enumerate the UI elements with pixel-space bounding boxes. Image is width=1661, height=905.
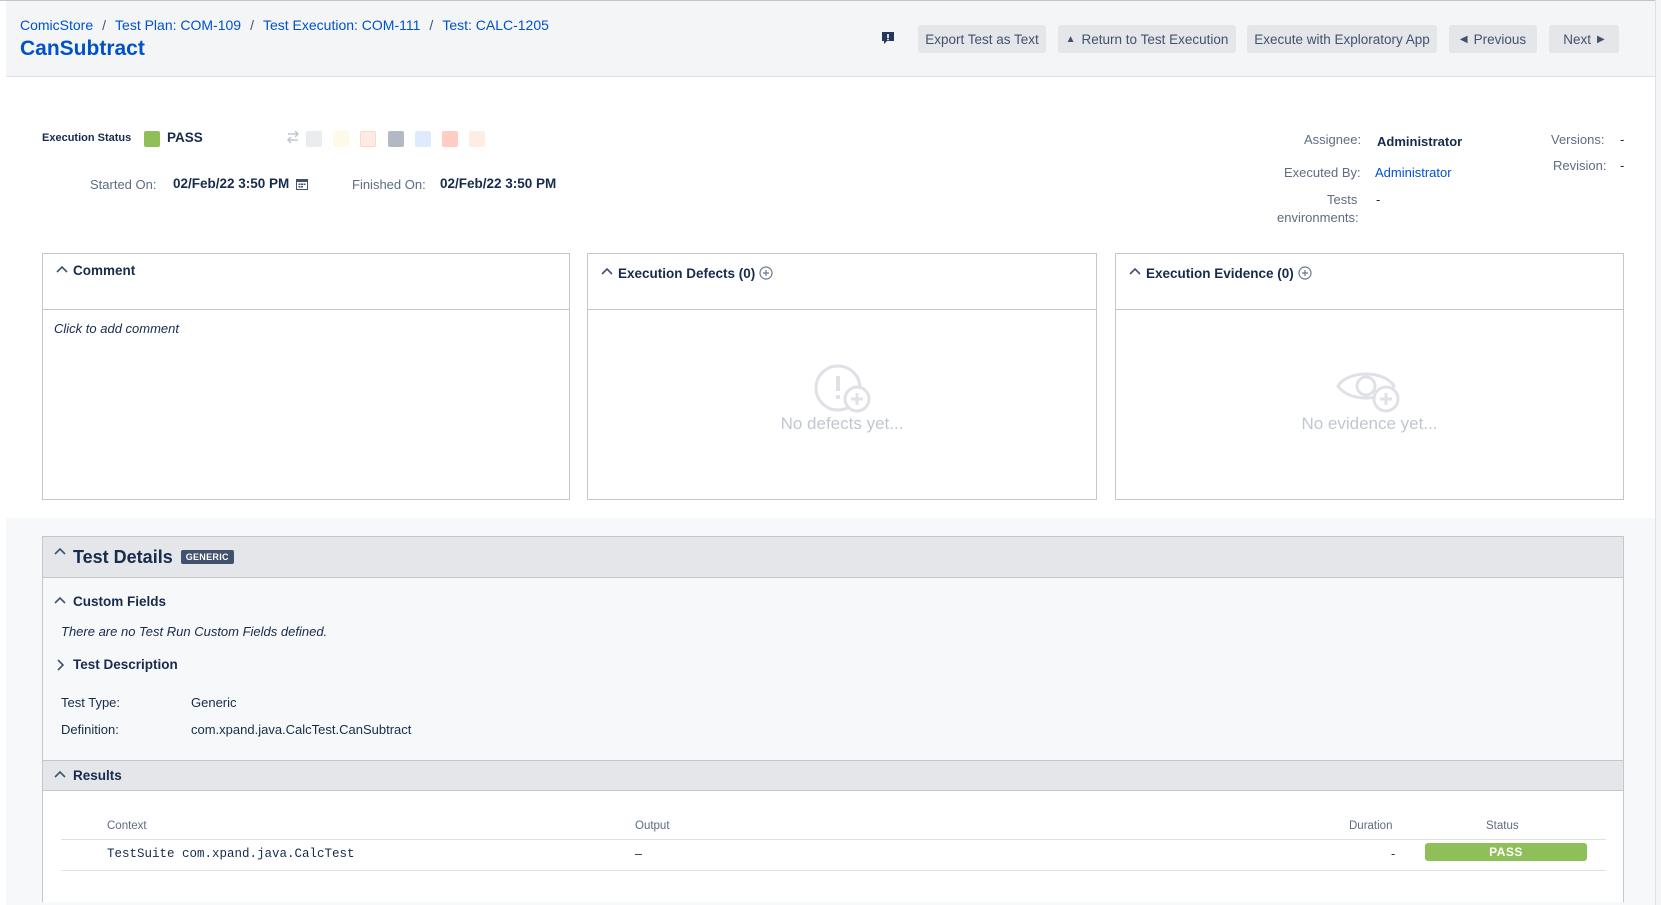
executed-by-value[interactable]: Administrator — [1375, 165, 1452, 180]
defects-empty-state: No defects yet... — [588, 364, 1096, 434]
defects-panel: Execution Defects (0) No defects yet... — [587, 253, 1097, 500]
execution-status-label: Execution Status — [42, 132, 132, 144]
calendar-icon[interactable] — [296, 178, 308, 190]
add-comment-placeholder[interactable]: Click to add comment — [54, 321, 179, 336]
executed-by-label: Executed By: — [1284, 165, 1361, 180]
column-header-output: Output — [635, 820, 670, 832]
column-header-duration: Duration — [1349, 820, 1393, 832]
custom-fields-title[interactable]: Custom Fields — [73, 594, 166, 609]
chevron-up-icon[interactable] — [600, 265, 614, 277]
defects-empty-text: No defects yet... — [780, 414, 904, 433]
result-context: TestSuite com.xpand.java.CalcTest — [107, 847, 355, 861]
breadcrumb-test[interactable]: Test: CALC-1205 — [442, 17, 549, 33]
evidence-panel: Execution Evidence (0) No evidence yet..… — [1115, 253, 1624, 500]
status-aborted-swatch[interactable] — [388, 131, 404, 147]
test-description-title[interactable]: Test Description — [73, 657, 178, 672]
test-type-value: Generic — [191, 695, 237, 710]
breadcrumb-test-execution[interactable]: Test Execution: COM-111 — [263, 17, 420, 33]
test-details-title: Test Details GENERIC — [73, 547, 234, 568]
chevron-up-icon[interactable] — [53, 594, 67, 606]
results-title: Results — [73, 768, 122, 783]
chevron-up-icon[interactable] — [1128, 265, 1142, 277]
breadcrumb-test-plan[interactable]: Test Plan: COM-109 — [115, 17, 241, 33]
defects-panel-header[interactable]: Execution Defects (0) — [588, 254, 1096, 310]
next-button[interactable]: Next ▶ — [1549, 25, 1619, 53]
status-blocked-swatch[interactable] — [415, 131, 431, 147]
definition-value: com.xpand.java.CalcTest.CanSubtract — [191, 722, 412, 737]
versions-value: - — [1620, 132, 1625, 147]
defects-title: Execution Defects (0) — [618, 266, 773, 281]
status-custom-swatch-1[interactable] — [442, 131, 458, 147]
table-divider — [61, 839, 1606, 840]
scroll-gutter — [1655, 0, 1661, 905]
comment-panel: Comment Click to add comment — [42, 253, 570, 500]
versions-label: Versions: — [1551, 132, 1605, 147]
finished-on-label: Finished On: — [352, 177, 426, 192]
evidence-empty-state: No evidence yet... — [1116, 364, 1623, 434]
result-status-badge: PASS — [1425, 843, 1587, 861]
assignee-value[interactable]: Administrator — [1377, 134, 1462, 149]
exploratory-app-button[interactable]: Execute with Exploratory App — [1247, 25, 1437, 53]
status-todo-swatch[interactable] — [306, 131, 322, 147]
comment-panel-header[interactable]: Comment — [43, 254, 569, 310]
column-header-status: Status — [1486, 820, 1519, 832]
tests-env-value[interactable]: - — [1376, 192, 1380, 207]
comment-title: Comment — [73, 263, 136, 278]
tests-env-label-line2: environments: — [1277, 210, 1359, 225]
status-fail-swatch[interactable] — [360, 131, 376, 147]
test-type-label: Test Type: — [61, 695, 121, 710]
assignee-label: Assignee: — [1304, 132, 1362, 147]
chevron-up-icon[interactable] — [55, 263, 69, 275]
add-defect-icon[interactable] — [759, 266, 773, 280]
export-test-button[interactable]: Export Test as Text — [918, 25, 1046, 53]
status-pass-swatch[interactable] — [144, 131, 160, 147]
table-row-divider — [61, 870, 1606, 871]
test-details-header[interactable]: Test Details GENERIC — [43, 537, 1623, 578]
defect-add-icon — [814, 364, 871, 413]
result-duration: - — [1391, 847, 1396, 861]
chevron-up-icon[interactable] — [53, 768, 67, 780]
swap-arrows-icon[interactable] — [285, 130, 301, 144]
caret-up-icon: ▲ — [1065, 33, 1076, 45]
evidence-empty-text: No evidence yet... — [1301, 414, 1438, 433]
evidence-title: Execution Evidence (0) — [1146, 266, 1312, 281]
caret-left-icon: ◀ — [1459, 33, 1468, 45]
evidence-panel-header[interactable]: Execution Evidence (0) — [1116, 254, 1623, 310]
revision-label: Revision: — [1553, 158, 1607, 173]
page-header: ComicStore / Test Plan: COM-109/Test Execu… — [6, 1, 1655, 77]
finished-on-value: 02/Feb/22 3:50 PM — [440, 176, 557, 191]
evidence-eye-add-icon — [1335, 372, 1399, 413]
column-header-context: Context — [107, 820, 147, 832]
return-to-execution-button[interactable]: ▲ Return to Test Execution — [1058, 25, 1236, 53]
started-on-value[interactable]: 02/Feb/22 3:50 PM — [173, 176, 289, 191]
previous-button[interactable]: ◀ Previous — [1449, 25, 1537, 53]
started-on-label: Started On: — [90, 177, 157, 192]
breadcrumb-project[interactable]: ComicStore — [20, 17, 93, 33]
custom-fields-empty: There are no Test Run Custom Fields defi… — [61, 624, 328, 639]
results-header[interactable]: Results — [43, 760, 1623, 791]
page-title: CanSubtract — [20, 37, 145, 60]
execution-status-value: PASS — [167, 130, 203, 145]
chevron-up-icon[interactable] — [53, 545, 67, 557]
feedback-icon[interactable] — [881, 31, 895, 45]
revision-value: - — [1620, 158, 1625, 173]
chevron-right-icon[interactable] — [55, 658, 65, 672]
status-custom-swatch-2[interactable] — [469, 131, 485, 147]
tests-env-label-line1: Tests — [1327, 192, 1358, 207]
definition-label: Definition: — [61, 722, 119, 737]
breadcrumb: ComicStore / Test Plan: COM-109/Test Execu… — [20, 17, 549, 33]
test-type-badge: GENERIC — [180, 550, 234, 564]
status-executing-swatch[interactable] — [333, 131, 349, 147]
test-details-panel: Test Details GENERIC Custom Fields There … — [42, 536, 1624, 902]
caret-right-icon: ▶ — [1597, 33, 1605, 45]
add-evidence-icon[interactable] — [1298, 266, 1312, 280]
result-output: – — [635, 847, 642, 861]
